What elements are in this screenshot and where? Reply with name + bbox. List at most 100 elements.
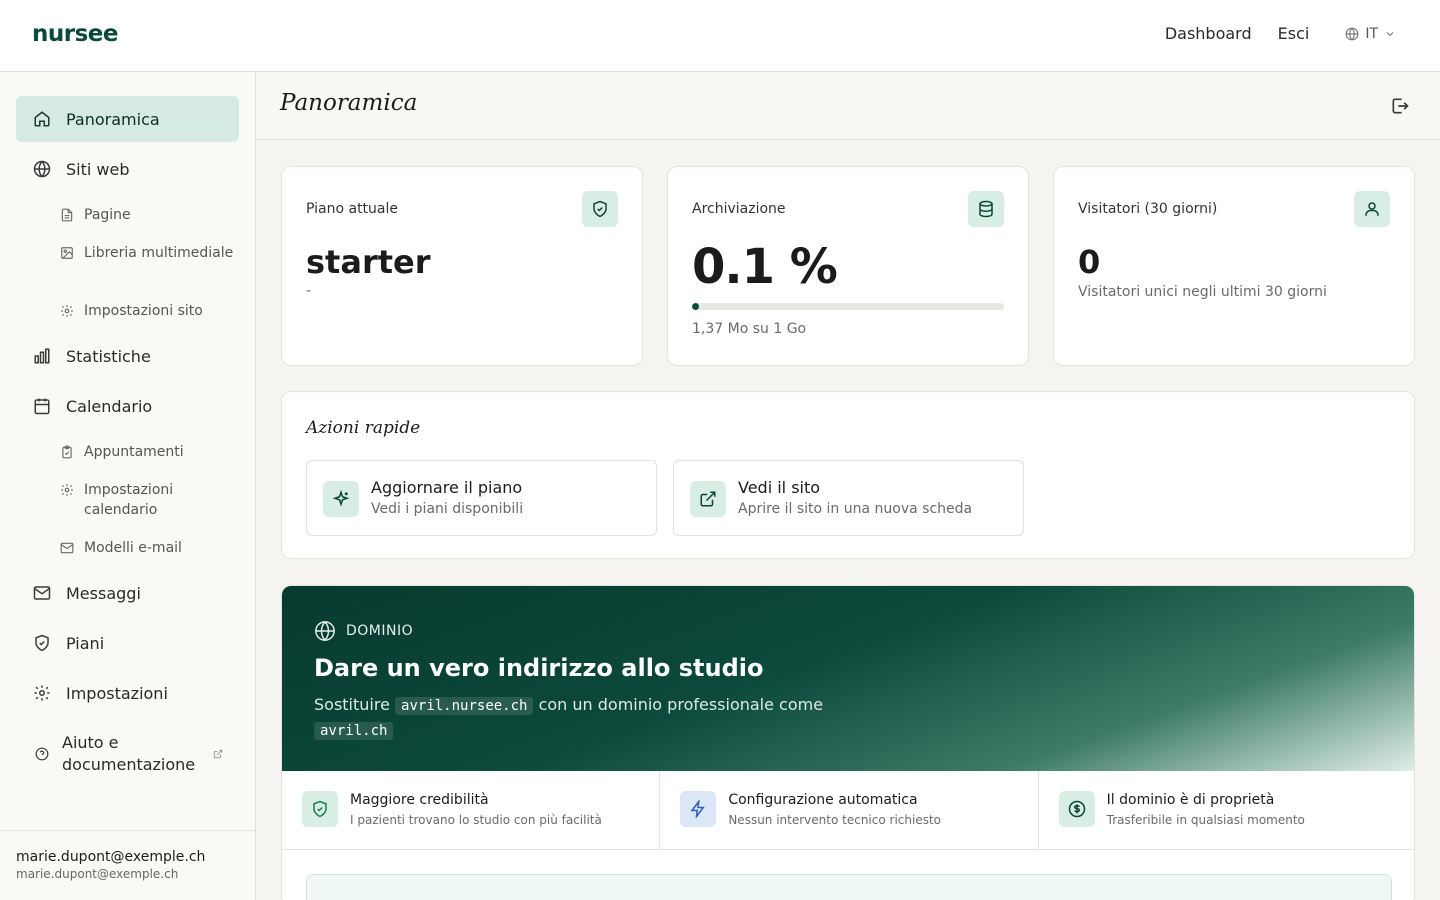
sidebar-subitem-pagine[interactable]: Pagine: [60, 205, 240, 225]
benefit-sub: Trasferibile in qualsiasi momento: [1106, 813, 1305, 827]
user-email: marie.dupont@exemple.ch: [16, 867, 179, 881]
sidebar-item-aiuto[interactable]: Aiuto e documentazione: [16, 728, 239, 780]
external-link-icon: [690, 481, 726, 517]
sidebar-subitem-label: Libreria multimediale: [84, 245, 234, 261]
sidebar-subitem-appuntamenti[interactable]: Appuntamenti: [60, 442, 240, 462]
shield-check-icon: [302, 791, 338, 827]
storage-card: Archiviazione 0.1 % 1,37 Mo su 1 Go: [667, 166, 1029, 366]
sidebar-subitem-impostazioni-calendario[interactable]: Impostazioni calendario: [60, 480, 240, 520]
logout-icon[interactable]: [1390, 96, 1410, 116]
domain-benefits: Maggiore credibilità I pazienti trovano …: [282, 771, 1414, 850]
visitors-value: 0: [1078, 243, 1101, 281]
sparkle-icon: [323, 481, 359, 517]
gear-icon: [61, 305, 73, 317]
current-domain: avril.nursee.ch: [395, 697, 534, 715]
language-selector[interactable]: IT: [1345, 26, 1396, 42]
dashboard-link[interactable]: Dashboard: [1165, 24, 1252, 43]
language-label: IT: [1365, 25, 1378, 42]
globe-icon: [1345, 27, 1359, 40]
domain-promo-card: DOMINIO Dare un vero indirizzo allo stud…: [281, 585, 1415, 900]
quick-actions-card: Azioni rapide Aggiornare il piano Vedi i…: [281, 391, 1415, 559]
sidebar: Panoramica Siti web Pagine Libreria mult…: [0, 72, 256, 900]
sidebar-subitem-label: Modelli e-mail: [84, 540, 182, 556]
sidebar-subitem-modelli-email[interactable]: Modelli e-mail: [60, 538, 240, 558]
mail-icon: [32, 583, 52, 603]
quick-actions-title: Azioni rapide: [306, 418, 421, 438]
shield-icon: [32, 633, 52, 653]
sidebar-subitem-label: Impostazioni sito: [84, 303, 203, 319]
top-nav: Dashboard Esci IT: [1139, 24, 1396, 43]
domain-title: Dare un vero indirizzo allo studio: [314, 654, 764, 682]
upgrade-plan-sub: Vedi i piani disponibili: [371, 501, 524, 517]
benefit-credibility: Maggiore credibilità I pazienti trovano …: [282, 771, 661, 849]
storage-progress-bar: [692, 303, 1004, 310]
visitors-label: Visitatori (30 giorni): [1078, 201, 1218, 217]
plan-value: starter: [306, 243, 431, 281]
benefit-sub: I pazienti trovano lo studio con più fac…: [350, 813, 602, 827]
sidebar-item-piani[interactable]: Piani: [16, 620, 239, 666]
view-site-sub: Aprire il sito in una nuova scheda: [738, 501, 973, 517]
sidebar-item-label: Piani: [66, 633, 105, 653]
benefit-title: Il dominio è di proprietà: [1106, 792, 1275, 808]
mail-icon: [60, 542, 74, 554]
sidebar-subitem-libreria[interactable]: Libreria multimediale: [60, 243, 240, 263]
globe-icon: [315, 621, 335, 641]
external-link-icon: [213, 749, 223, 759]
logout-link[interactable]: Esci: [1278, 24, 1310, 43]
plan-label: Piano attuale: [306, 201, 399, 217]
plan-sub: -: [306, 283, 312, 299]
sidebar-subitem-label: Appuntamenti: [84, 444, 184, 460]
benefit-title: Maggiore credibilità: [350, 792, 489, 808]
sidebar-item-label: Messaggi: [66, 583, 141, 603]
shield-icon: [582, 191, 618, 227]
sidebar-subitem-label: Pagine: [84, 207, 131, 223]
storage-value: 0.1 %: [692, 239, 838, 295]
example-domain: avril.ch: [314, 722, 394, 740]
page-icon: [61, 208, 73, 222]
domain-tag: DOMINIO: [314, 620, 413, 642]
domain-desc-middle: con un dominio professionale come: [538, 695, 824, 714]
domain-description: Sostituire avril.nursee.ch con un domini…: [314, 693, 874, 743]
sidebar-item-label: Impostazioni: [66, 683, 168, 703]
sidebar-item-label: Calendario: [66, 396, 153, 416]
user-icon: [1354, 191, 1390, 227]
view-site-title: Vedi il sito: [738, 478, 821, 497]
benefit-auto-config: Configurazione automatica Nessun interve…: [660, 771, 1039, 849]
home-icon: [32, 109, 52, 129]
database-icon: [968, 191, 1004, 227]
sidebar-item-siti-web[interactable]: Siti web: [16, 146, 239, 192]
plan-card: Piano attuale starter -: [281, 166, 643, 366]
sidebar-item-impostazioni[interactable]: Impostazioni: [16, 670, 239, 716]
domain-tag-label: DOMINIO: [346, 623, 414, 639]
benefit-sub: Nessun intervento tecnico richiesto: [728, 813, 941, 827]
domain-desc-prefix: Sostituire: [314, 695, 390, 714]
sidebar-item-label: Siti web: [66, 159, 130, 179]
chevron-down-icon: [1386, 31, 1394, 36]
storage-sub: 1,37 Mo su 1 Go: [692, 321, 807, 337]
upgrade-plan-button[interactable]: Aggiornare il piano Vedi i piani disponi…: [306, 460, 657, 536]
clipboard-icon: [62, 445, 72, 459]
brand-logo[interactable]: nursee: [32, 21, 118, 47]
domain-hero: DOMINIO Dare un vero indirizzo allo stud…: [282, 586, 1414, 771]
visitors-sub: Visitatori unici negli ultimi 30 giorni: [1078, 284, 1327, 300]
user-account[interactable]: marie.dupont@exemple.ch marie.dupont@exe…: [0, 830, 256, 900]
gear-icon: [32, 683, 52, 703]
page-title: Panoramica: [280, 90, 418, 116]
sidebar-item-calendario[interactable]: Calendario: [16, 383, 239, 429]
upgrade-plan-title: Aggiornare il piano: [371, 478, 523, 497]
benefit-title: Configurazione automatica: [728, 792, 918, 808]
view-site-button[interactable]: Vedi il sito Aprire il sito in una nuova…: [673, 460, 1024, 536]
top-bar: nursee Dashboard Esci IT: [0, 0, 1440, 72]
visitors-card: Visitatori (30 giorni) 0 Visitatori unic…: [1053, 166, 1415, 366]
sidebar-item-statistiche[interactable]: Statistiche: [16, 333, 239, 379]
sidebar-item-messaggi[interactable]: Messaggi: [16, 570, 239, 616]
lightning-icon: [680, 791, 717, 827]
sidebar-item-label: Aiuto e documentazione: [62, 733, 196, 774]
sidebar-item-panoramica[interactable]: Panoramica: [16, 96, 239, 142]
sidebar-subitem-label: Impostazioni calendario: [84, 482, 174, 518]
sidebar-subitem-impostazioni-sito[interactable]: Impostazioni sito: [60, 301, 240, 321]
dollar-circle-icon: [1058, 791, 1095, 827]
domain-cta-box: [306, 874, 1392, 900]
storage-label: Archiviazione: [692, 201, 786, 217]
help-icon: [32, 744, 52, 764]
